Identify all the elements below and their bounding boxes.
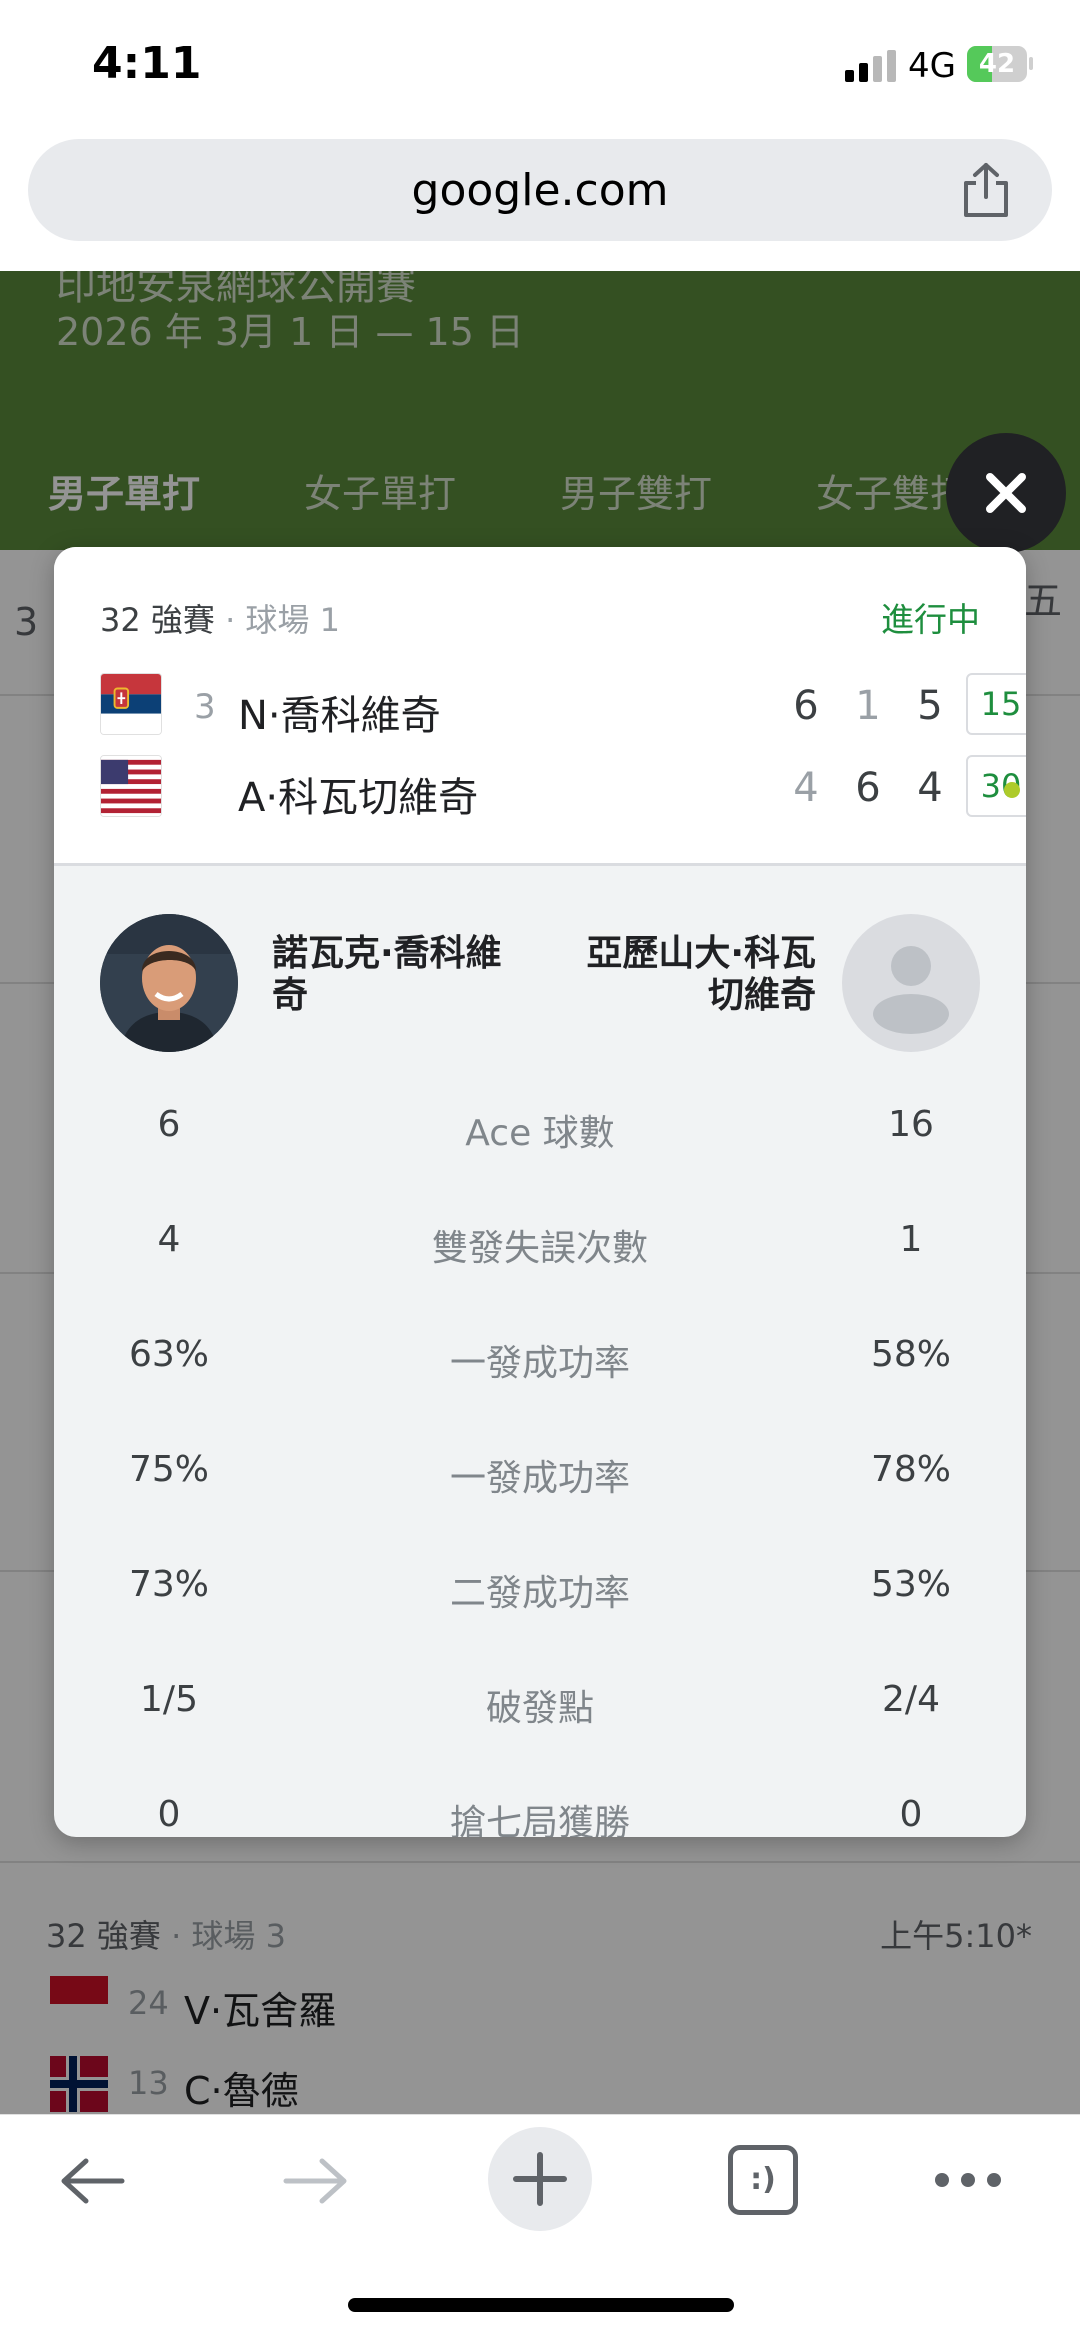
close-button[interactable]: [946, 433, 1066, 553]
tabs-count: :): [750, 2162, 776, 2197]
stat-row: 1/5 破發點 2/4: [54, 1679, 1026, 1739]
player-name: A·科瓦切維奇: [238, 775, 479, 821]
battery-level: 42: [978, 49, 1016, 79]
set-score: 6: [793, 683, 819, 729]
stat-right-value: 16: [888, 1104, 934, 1145]
match-round: 32 強賽 · 球場 1: [100, 601, 340, 639]
stat-left-value: 75%: [128, 1449, 209, 1490]
match-stats-card: 32 強賽 · 球場 1 進行中 3 N·喬科維奇 6 1 5 15 A·科瓦切…: [54, 547, 1026, 1837]
stat-right-value: 0: [899, 1794, 923, 1835]
stat-label: 搶七局獲勝: [449, 1803, 630, 1837]
stat-left-value: 1/5: [140, 1679, 198, 1720]
back-icon[interactable]: [52, 2151, 132, 2211]
player-seed: 3: [194, 687, 216, 727]
status-time: 4:11: [92, 38, 202, 89]
url-text: google.com: [411, 165, 669, 216]
player-name: N·喬科維奇: [238, 693, 441, 739]
address-bar: google.com: [0, 135, 1080, 271]
battery-icon: 42: [967, 46, 1033, 84]
game-score: 15: [966, 673, 1026, 735]
player-2-full-name: 亞歷山大·科瓦切維奇: [586, 933, 816, 1016]
stat-label: 一發成功率: [449, 1343, 630, 1384]
stat-row: 73% 二發成功率 53%: [54, 1564, 1026, 1624]
set-score: 5: [917, 683, 943, 729]
court-label: 球場 1: [245, 601, 340, 639]
stat-right-value: 78%: [870, 1449, 951, 1490]
stat-row: 75% 一發成功率 78%: [54, 1449, 1026, 1509]
stat-left-value: 4: [157, 1219, 181, 1260]
score-row-player-2: A·科瓦切維奇 4 6 4 30: [100, 755, 1026, 821]
stat-label: 破發點: [485, 1688, 594, 1729]
set-score: 4: [793, 765, 819, 811]
set-score: 1: [855, 683, 881, 729]
stat-left-value: 0: [157, 1794, 181, 1835]
stat-row: 4 雙發失誤次數 1: [54, 1219, 1026, 1279]
more-icon[interactable]: [930, 2165, 1010, 2195]
stat-label: 雙發失誤次數: [431, 1228, 648, 1269]
stat-row: 63% 一發成功率 58%: [54, 1334, 1026, 1394]
signal-icon: [845, 50, 897, 82]
plus-icon: [513, 2152, 567, 2206]
stat-right-value: 53%: [870, 1564, 951, 1605]
divider: [54, 863, 1026, 866]
close-icon: [986, 473, 1026, 513]
new-tab-button[interactable]: [488, 2127, 592, 2231]
set-score: 4: [917, 765, 943, 811]
person-placeholder-icon: [842, 914, 980, 1052]
stat-right-value: 58%: [870, 1334, 951, 1375]
set-score: 6: [855, 765, 881, 811]
network-label: 4G: [908, 46, 956, 86]
home-indicator: [348, 2298, 734, 2312]
forward-icon[interactable]: [276, 2151, 356, 2211]
score-panel: 32 強賽 · 球場 1 進行中 3 N·喬科維奇 6 1 5 15 A·科瓦切…: [54, 547, 1026, 865]
stat-label: Ace 球數: [465, 1113, 615, 1154]
player-1-full-name: 諾瓦克·喬科維奇: [272, 933, 502, 1016]
stat-left-value: 6: [157, 1104, 181, 1145]
stat-row: 6 Ace 球數 16: [54, 1104, 1026, 1164]
stat-label: 二發成功率: [449, 1573, 630, 1614]
serbia-flag-icon: [100, 673, 162, 735]
round-label: 32 強賽: [100, 601, 215, 639]
url-field[interactable]: google.com: [28, 139, 1052, 241]
status-bar: 4:11 4G 42: [0, 0, 1080, 135]
stat-right-value: 2/4: [882, 1679, 940, 1720]
stat-label: 一發成功率: [449, 1458, 630, 1499]
player-1-avatar: [100, 914, 238, 1052]
stat-right-value: 1: [899, 1219, 923, 1260]
match-status: 進行中: [881, 600, 980, 639]
score-row-player-1: 3 N·喬科維奇 6 1 5 15: [100, 673, 1026, 739]
serve-indicator: [1004, 782, 1020, 798]
stat-left-value: 63%: [128, 1334, 209, 1375]
stat-left-value: 73%: [128, 1564, 209, 1605]
tabs-button[interactable]: :): [728, 2145, 798, 2215]
stat-row: 0 搶七局獲勝 0: [54, 1794, 1026, 1837]
usa-flag-icon: [100, 755, 162, 817]
share-icon[interactable]: [958, 161, 1014, 219]
